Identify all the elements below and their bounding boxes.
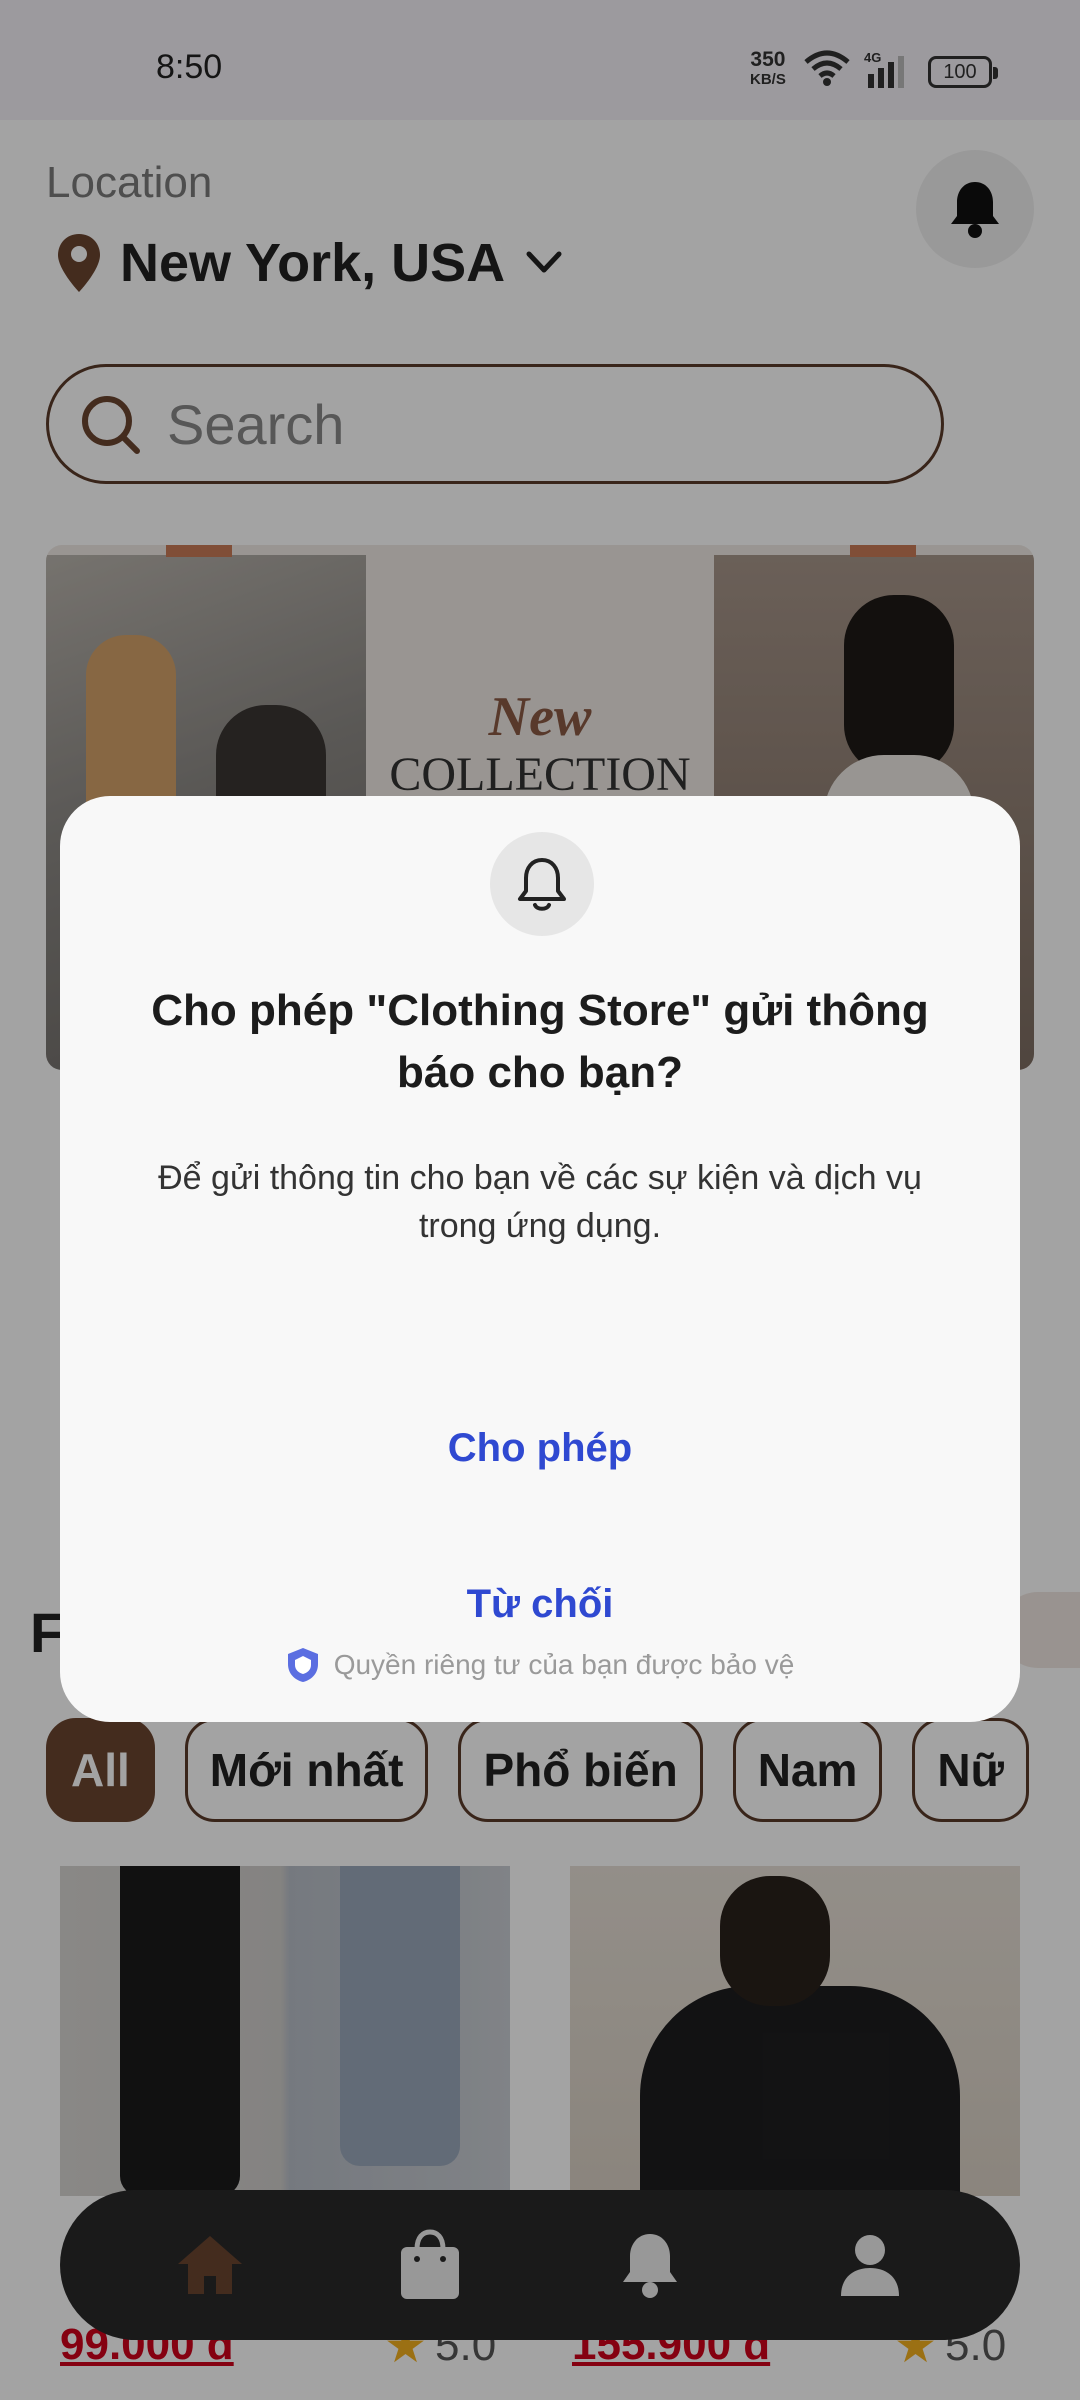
dialog-title: Cho phép "Clothing Store" gửi thông báo … — [151, 986, 929, 1097]
dialog-message: Để gửi thông tin cho bạn về các sự kiện … — [158, 1159, 922, 1245]
bell-outline-icon — [518, 858, 566, 911]
privacy-text: Quyền riêng tư của bạn được bảo vệ — [333, 1649, 795, 1680]
shield-icon — [287, 1648, 318, 1682]
privacy-note: Quyền riêng tư của bạn được bảo vệ — [60, 1646, 1020, 1684]
allow-button[interactable]: Cho phép — [60, 1388, 1020, 1508]
notification-permission-dialog: Cho phép "Clothing Store" gửi thông báo … — [60, 796, 1020, 1722]
dialog-bell-badge — [490, 832, 594, 936]
